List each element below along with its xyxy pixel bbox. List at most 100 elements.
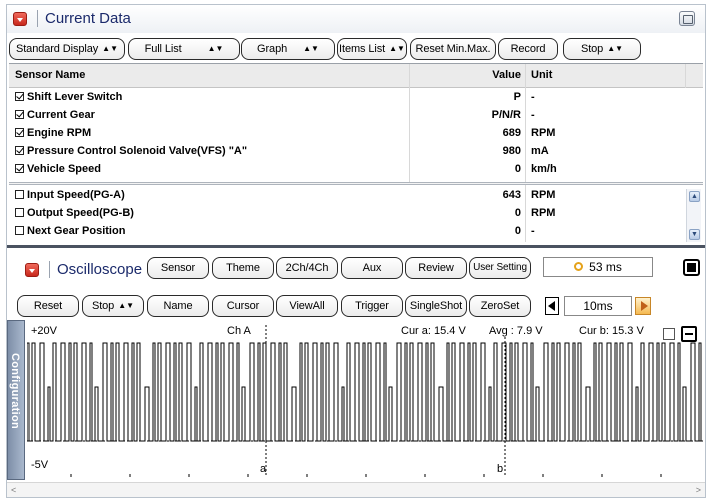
sensor-unit: RPM	[531, 127, 556, 139]
checkbox-checked[interactable]	[15, 164, 24, 173]
review-label: Review	[418, 262, 454, 274]
timebase-value: 10ms	[583, 299, 613, 313]
sensor-name-text: Engine RPM	[27, 127, 92, 139]
trace-toggle-checkbox[interactable]	[663, 328, 675, 340]
trigger-label: Trigger	[355, 300, 389, 312]
sensor-value: 0	[514, 225, 521, 237]
updown-arrow-icon: ▲▼	[207, 44, 224, 53]
view-all-button[interactable]: ViewAll	[276, 295, 338, 317]
sensor-name-text: Vehicle Speed	[27, 163, 101, 175]
zero-set-button[interactable]: ZeroSet	[469, 295, 531, 317]
sensor-value: 0	[514, 163, 521, 175]
record-button[interactable]: Record	[498, 38, 558, 60]
stop-label: Stop	[91, 300, 115, 312]
trigger-button[interactable]: Trigger	[341, 295, 403, 317]
scope-horizontal-scrollbar[interactable]: < >	[7, 482, 705, 497]
split-view-icon-bar	[685, 333, 693, 335]
sensor-name-text: Current Gear	[27, 109, 95, 121]
cursor-b-label: b	[497, 463, 504, 475]
oscilloscope-collapse-chevron-down-icon[interactable]	[25, 263, 39, 277]
table-row[interactable]: Next Gear Position 0 -	[9, 223, 703, 241]
theme-button[interactable]: Theme	[212, 257, 274, 279]
table-row[interactable]: Output Speed(PG-B) 0 RPM	[9, 205, 703, 223]
standard-display-dropdown[interactable]: Standard Display ▲▼	[9, 38, 125, 60]
aux-button[interactable]: Aux	[341, 257, 403, 279]
channels-button[interactable]: 2Ch/4Ch	[276, 257, 338, 279]
checkbox-unchecked[interactable]	[15, 226, 24, 235]
y-min-label: -5V	[31, 459, 49, 471]
cursor-button[interactable]: Cursor	[212, 295, 274, 317]
name-button[interactable]: Name	[147, 295, 209, 317]
checkbox-checked[interactable]	[15, 92, 24, 101]
timebase-increase-triangle-right-icon[interactable]	[635, 297, 651, 315]
reset-label: Reset	[33, 300, 63, 312]
sensor-button[interactable]: Sensor	[147, 257, 209, 279]
sensor-unit: km/h	[531, 163, 557, 175]
timebase-decrease-triangle-left-icon[interactable]	[545, 297, 559, 315]
checkbox-checked[interactable]	[15, 146, 24, 155]
checkbox-unchecked[interactable]	[15, 190, 24, 199]
scroll-right-icon[interactable]: >	[696, 485, 701, 495]
oscilloscope-display[interactable]: +20V Ch A Cur a: 15.4 V Avg : 7.9 V Cur …	[26, 321, 704, 479]
split-view-icon[interactable]	[681, 326, 697, 342]
graph-dropdown[interactable]: Graph ▲▼	[241, 38, 335, 60]
panel-splitter[interactable]	[7, 245, 705, 248]
user-setting-label: User Setting	[473, 262, 527, 273]
collapse-chevron-down-icon[interactable]	[13, 12, 27, 26]
stop-dropdown[interactable]: Stop ▲▼	[563, 38, 641, 60]
scroll-left-icon[interactable]: <	[11, 485, 16, 495]
reset-min-max-label: Reset Min.Max.	[415, 43, 491, 55]
table-row[interactable]: Pressure Control Solenoid Valve(VFS) "A"…	[9, 143, 703, 161]
table-row[interactable]: Shift Lever Switch P -	[9, 89, 703, 107]
sensor-unit: RPM	[531, 207, 556, 219]
column-header-sensor-name[interactable]: Sensor Name	[15, 69, 85, 81]
scroll-down-icon[interactable]: ▼	[689, 229, 700, 240]
record-label: Record	[510, 43, 546, 55]
zero-set-label: ZeroSet	[480, 300, 520, 312]
checkbox-checked[interactable]	[15, 128, 24, 137]
sensor-name-text: Output Speed(PG-B)	[27, 207, 134, 219]
reset-button[interactable]: Reset	[17, 295, 79, 317]
table-row[interactable]: Engine RPM 689 RPM	[9, 125, 703, 143]
table-row[interactable]: Input Speed(PG-A) 643 RPM	[9, 187, 703, 205]
table-row[interactable]: Current Gear P/N/R -	[9, 107, 703, 125]
sensor-name: Vehicle Speed	[15, 161, 101, 178]
scroll-up-icon[interactable]: ▲	[689, 191, 700, 202]
window-maximize-icon[interactable]	[679, 11, 695, 26]
timer-icon	[574, 262, 584, 271]
stop-square-icon[interactable]	[683, 259, 700, 276]
sensor-unit: RPM	[531, 189, 556, 201]
sensor-name: Shift Lever Switch	[15, 89, 122, 106]
time-readout: 53 ms	[543, 257, 653, 277]
stop-label: Stop	[580, 43, 604, 55]
sensor-value: 689	[502, 127, 521, 139]
channel-label: Ch A	[227, 325, 251, 337]
sensor-name: Current Gear	[15, 107, 95, 124]
sensor-name-text: Shift Lever Switch	[27, 91, 123, 103]
cursor-a-readout: Cur a: 15.4 V	[401, 325, 466, 337]
checkbox-checked[interactable]	[15, 110, 24, 119]
single-shot-button[interactable]: SingleShot	[405, 295, 467, 317]
table-vertical-scrollbar[interactable]: ▲ ▼	[686, 189, 701, 242]
user-setting-button[interactable]: User Setting	[469, 257, 531, 279]
sensor-table: Sensor Name Value Unit Shift Lever Switc…	[9, 63, 703, 242]
items-list-dropdown[interactable]: Items List ▲▼	[337, 38, 407, 60]
updown-arrow-icon: ▲▼	[389, 44, 405, 53]
table-row[interactable]: Vehicle Speed 0 km/h	[9, 161, 703, 179]
full-list-dropdown[interactable]: Full List ▲▼	[128, 38, 240, 60]
configuration-side-tab[interactable]: Configuration	[7, 320, 25, 480]
column-header-value[interactable]: Value	[492, 69, 521, 81]
stop-dropdown[interactable]: Stop ▲▼	[82, 295, 144, 317]
sensor-value: P/N/R	[491, 109, 521, 121]
checkbox-unchecked[interactable]	[15, 208, 24, 217]
standard-display-label: Standard Display	[15, 43, 99, 55]
sensor-name-text: Next Gear Position	[27, 225, 126, 237]
updown-arrow-icon: ▲▼	[102, 44, 118, 53]
sensor-value: 0	[514, 207, 521, 219]
review-button[interactable]: Review	[405, 257, 467, 279]
reset-min-max-button[interactable]: Reset Min.Max.	[410, 38, 496, 60]
current-data-header: Current Data	[7, 5, 705, 33]
column-header-unit[interactable]: Unit	[531, 69, 552, 81]
table-divider	[9, 182, 703, 185]
time-readout-value: 53 ms	[589, 260, 622, 274]
